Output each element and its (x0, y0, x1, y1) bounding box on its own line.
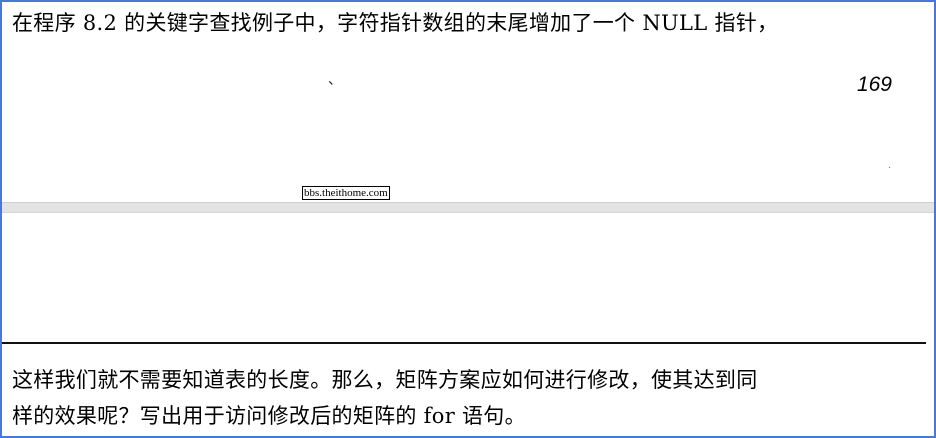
page-break-gap (2, 202, 934, 213)
scan-artifact-dot: · (888, 163, 892, 174)
paragraph-line-top: 在程序 8.2 的关键字查找例子中，字符指针数组的末尾增加了一个 NULL 指针… (12, 11, 779, 35)
page-lower-section: 这样我们就不需要知道表的长度。那么，矩阵方案应如何进行修改，使其达到同 样的效果… (2, 213, 934, 436)
header-rule (2, 342, 926, 344)
scan-artifact-mark: 、 (328, 72, 342, 88)
paragraph-line-1: 这样我们就不需要知道表的长度。那么，矩阵方案应如何进行修改，使其达到同 (12, 368, 758, 392)
document-viewer: 在程序 8.2 的关键字查找例子中，字符指针数组的末尾增加了一个 NULL 指针… (0, 0, 936, 438)
paragraph-line-2: 样的效果呢？写出用于访问修改后的矩阵的 for 语句。 (12, 404, 526, 428)
page-number: 169 (856, 73, 892, 96)
page-upper-section: 在程序 8.2 的关键字查找例子中，字符指针数组的末尾增加了一个 NULL 指针… (2, 2, 934, 202)
watermark-link[interactable]: bbs.theithome.com (302, 186, 390, 200)
